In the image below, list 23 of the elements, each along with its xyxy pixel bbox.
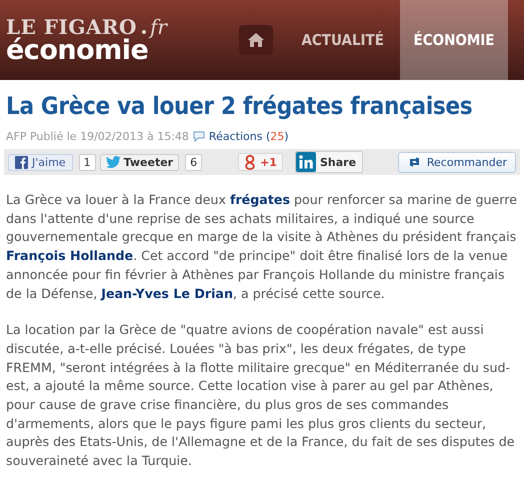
tweet-button[interactable]: Tweeter bbox=[100, 154, 180, 170]
share-count: 1 bbox=[78, 154, 96, 170]
logo-suffix: fr bbox=[150, 15, 167, 39]
like-button[interactable]: J'aime bbox=[8, 154, 73, 170]
logo-section: économie bbox=[6, 37, 240, 65]
bird-icon bbox=[106, 156, 121, 168]
home-button[interactable] bbox=[239, 25, 274, 55]
reactions-link[interactable]: Réactions (25) bbox=[208, 130, 289, 143]
article-title: La Grèce va louer 2 frégates françaises bbox=[6, 92, 474, 120]
nav-tab[interactable]: ÉCONOMIE bbox=[400, 0, 508, 80]
plus-one-button[interactable]: +1 bbox=[238, 153, 283, 171]
home-icon bbox=[247, 32, 266, 48]
recommend-button[interactable]: Recommander bbox=[398, 152, 516, 172]
article-paragraph: La Grèce va louer à la France deux frégates pour renforcer sa marine de guerre dans l'attente d'une reprise de ses achats militaires, a indiqué une source gouvernementale grecque en marge de la visite à Athènes du président français François Hollande. Cet accord "de principe" doit être finalisé lors de la venue annoncée pour fin février à Athènes par François Hollande du ministre français de la Défense, Jean-Yves Le Drian, a précisé cette source. bbox=[6, 191, 518, 303]
speech-bubble-icon bbox=[192, 131, 205, 142]
article-byline: AFP Publié le 19/02/2013 à 15:48 bbox=[6, 130, 189, 143]
article-paragraph: La location par la Grèce de "quatre avions de coopération navale" est aussi discutée, a-t-elle précisé. Louées "à bas prix", les deux frégates, de type FREMM, "seront intégrées à la flotte militaire grecque" en Méditerranée du sud-est, a ajouté la même source. Cette location vise à parer au gel par Athènes, pour cause de grave crise financière, du plus gros de ses commandes d'armements, alors que le pays figure pami les plus gros clients du secteur, auprès des Etats-Unis, de l'Allemagne et de la France, du fait de ses disputes de souveraineté avec la Turquie. bbox=[6, 321, 516, 470]
linkedin-icon bbox=[296, 152, 316, 172]
nav-tab[interactable]: ACTUALITÉ bbox=[285, 0, 400, 80]
g-letter-icon bbox=[244, 154, 256, 170]
share-button[interactable]: Share bbox=[294, 151, 364, 173]
facebook-icon bbox=[15, 156, 28, 168]
share-count: 6 bbox=[185, 154, 202, 170]
